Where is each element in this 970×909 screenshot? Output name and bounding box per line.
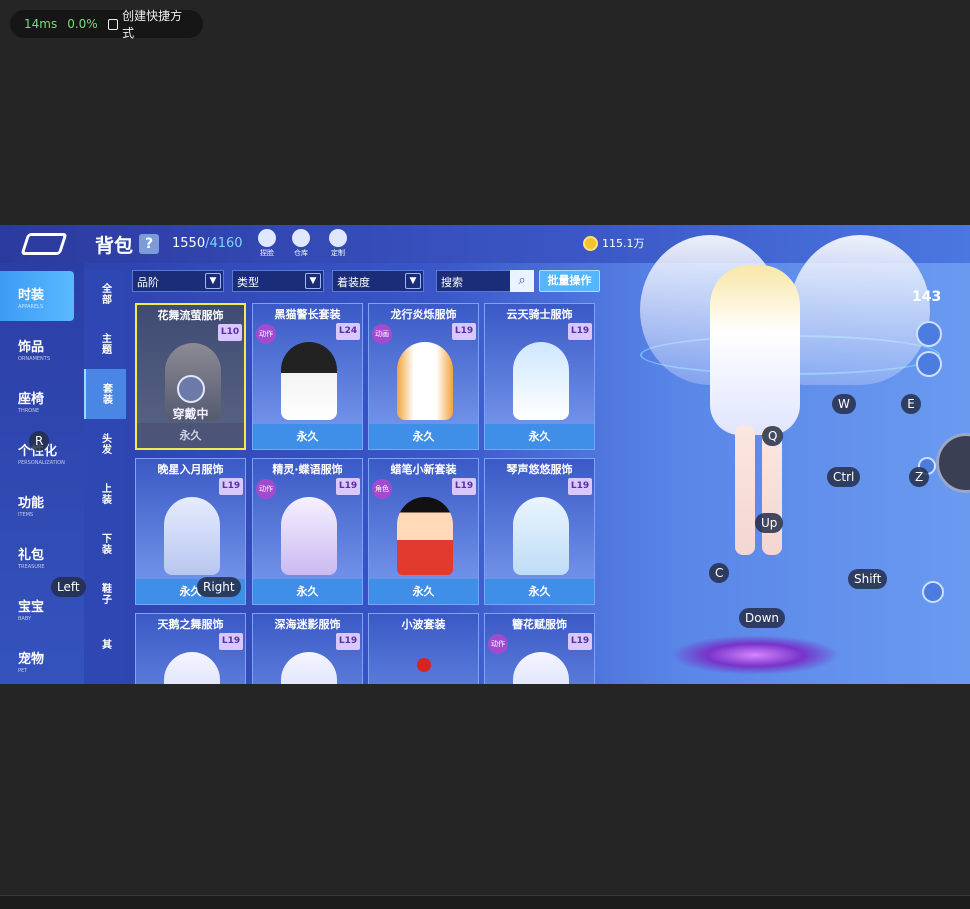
face-icon xyxy=(258,229,276,247)
bottom-scrollbar[interactable] xyxy=(0,895,970,909)
tab-bottoms[interactable]: 下装 xyxy=(84,519,126,569)
outfit-button[interactable] xyxy=(922,581,944,603)
outfit-preview-image xyxy=(513,652,569,684)
item-card[interactable]: 深海迷影服饰 L19 xyxy=(252,613,363,684)
item-card[interactable]: 花舞流萤服饰 L10 穿戴中 永久 xyxy=(135,303,246,450)
key-hint-up: Up xyxy=(755,513,784,533)
character-model xyxy=(710,265,800,435)
shirt-icon xyxy=(176,375,205,403)
stream-stats-bar: 14ms 0.0% 创建快捷方式 xyxy=(10,7,203,41)
outfit-preview-image xyxy=(281,342,337,420)
tab-suits[interactable]: 套装 xyxy=(84,369,126,419)
customize-button[interactable]: 定制 xyxy=(325,229,351,257)
key-hint-left: Left xyxy=(51,577,86,597)
item-card[interactable]: 蜡笔小新套装 L19 角色 永久 xyxy=(368,458,479,605)
shortcut-icon xyxy=(107,18,119,30)
warehouse-button[interactable]: 仓库 xyxy=(288,229,314,257)
capacity-text: 1550/4160 xyxy=(172,236,243,251)
tab-shoes[interactable]: 鞋子 xyxy=(84,569,126,619)
search-icon[interactable]: ⌕ xyxy=(510,270,534,292)
outfit-preview-image xyxy=(164,652,220,684)
key-hint-shift: Shift xyxy=(848,569,888,589)
customize-icon xyxy=(329,229,347,247)
batch-operation-button[interactable]: 批量操作 xyxy=(539,270,600,292)
chevron-down-icon: ▼ xyxy=(305,273,321,289)
outfit-preview-image xyxy=(281,652,337,684)
outfit-preview-image xyxy=(417,658,431,672)
game-viewport[interactable]: 背包 ? 1550/4160 捏脸 仓库 定制 115.1万 时装 APPAREL… xyxy=(0,225,970,684)
type-dropdown[interactable]: 类型 ▼ xyxy=(232,270,324,292)
vehicle-button[interactable] xyxy=(916,321,942,347)
key-hint-ctrl: Ctrl xyxy=(827,467,861,487)
coin-icon xyxy=(583,235,598,251)
warehouse-icon xyxy=(292,229,310,247)
key-hint-right: Right xyxy=(197,577,241,597)
key-hint-down: Down xyxy=(739,608,786,628)
sidebar-item-throne[interactable]: 座椅 THRONE xyxy=(0,375,74,425)
portal-effect xyxy=(670,635,840,675)
sidebar-item-ornaments[interactable]: 饰品 ORNAMENTS xyxy=(0,323,74,373)
item-card[interactable]: 小波套装 xyxy=(368,613,479,684)
face-edit-button[interactable]: 捏脸 xyxy=(254,229,280,257)
tab-tops[interactable]: 上装 xyxy=(84,469,126,519)
item-card[interactable]: 琴声悠悠服饰 L19 永久 xyxy=(484,458,595,605)
wearing-indicator: 穿戴中 xyxy=(137,375,244,422)
chevron-down-icon: ▼ xyxy=(405,273,421,289)
outfit-preview-image xyxy=(513,342,569,420)
right-wing xyxy=(790,235,930,385)
sidebar-item-pet[interactable]: 宠物 PET xyxy=(0,635,74,684)
item-card[interactable]: 精灵·蝶语服饰 L19 动作 永久 xyxy=(252,458,363,605)
sidebar-item-items[interactable]: 功能 ITEMS xyxy=(0,479,74,529)
item-card[interactable]: 黑猫警长套装 L24 动作 永久 xyxy=(252,303,363,450)
character-leg xyxy=(735,425,755,555)
character-tag: 角色 xyxy=(372,479,392,499)
packet-loss-text: 0.0% xyxy=(67,17,98,31)
music-button[interactable] xyxy=(916,351,942,377)
grade-dropdown[interactable]: 品阶 ▼ xyxy=(132,270,224,292)
item-grid: 花舞流萤服饰 L10 穿戴中 永久 黑猫警长套装 L24 动作 永久 龙行炎烁服饰 L1… xyxy=(135,303,597,684)
game-logo-icon xyxy=(20,233,68,255)
outfit-preview-image xyxy=(397,497,453,575)
key-hint-e: E xyxy=(901,394,921,414)
level-badge: 143 xyxy=(912,289,942,305)
page-title: 背包 xyxy=(95,235,134,257)
tab-other[interactable]: 其 xyxy=(84,619,126,669)
outfit-preview-image xyxy=(164,497,220,575)
sidebar-item-apparels[interactable]: 时装 APPARELS xyxy=(0,271,74,321)
category-sidebar: 时装 APPARELS 饰品 ORNAMENTS 座椅 THRONE 个性化 PERSO… xyxy=(0,263,84,684)
item-card[interactable]: 簪花赋服饰 L19 动作 xyxy=(484,613,595,684)
sidebar-item-treasure[interactable]: 礼包 TREASURE xyxy=(0,531,74,581)
help-button[interactable]: ? xyxy=(139,234,159,254)
create-shortcut-button[interactable]: 创建快捷方式 xyxy=(107,7,189,41)
outfit-preview-image xyxy=(281,497,337,575)
item-card[interactable]: 龙行炎烁服饰 L19 动画 永久 xyxy=(368,303,479,450)
tab-hair[interactable]: 头发 xyxy=(84,419,126,469)
character-preview[interactable]: 143 xyxy=(600,225,970,684)
action-tag: 动作 xyxy=(488,634,508,654)
subcategory-tabs: 全部 主题 套装 头发 上装 下装 鞋子 其 xyxy=(84,269,126,684)
tab-theme[interactable]: 主题 xyxy=(84,319,126,369)
item-card[interactable]: 云天骑士服饰 L19 永久 xyxy=(484,303,595,450)
outfit-preview-image xyxy=(397,342,453,420)
action-tag: 动作 xyxy=(256,479,276,499)
wear-dropdown[interactable]: 着装度 ▼ xyxy=(332,270,424,292)
tab-all[interactable]: 全部 xyxy=(84,269,126,319)
item-card[interactable]: 天鹅之舞服饰 L19 xyxy=(135,613,246,684)
key-hint-w: W xyxy=(832,394,856,414)
action-tag: 动作 xyxy=(256,324,276,344)
chevron-down-icon: ▼ xyxy=(205,273,221,289)
outfit-preview-image xyxy=(513,497,569,575)
animation-tag: 动画 xyxy=(372,324,392,344)
latency-text: 14ms xyxy=(24,17,58,31)
joystick-button[interactable] xyxy=(936,433,970,493)
